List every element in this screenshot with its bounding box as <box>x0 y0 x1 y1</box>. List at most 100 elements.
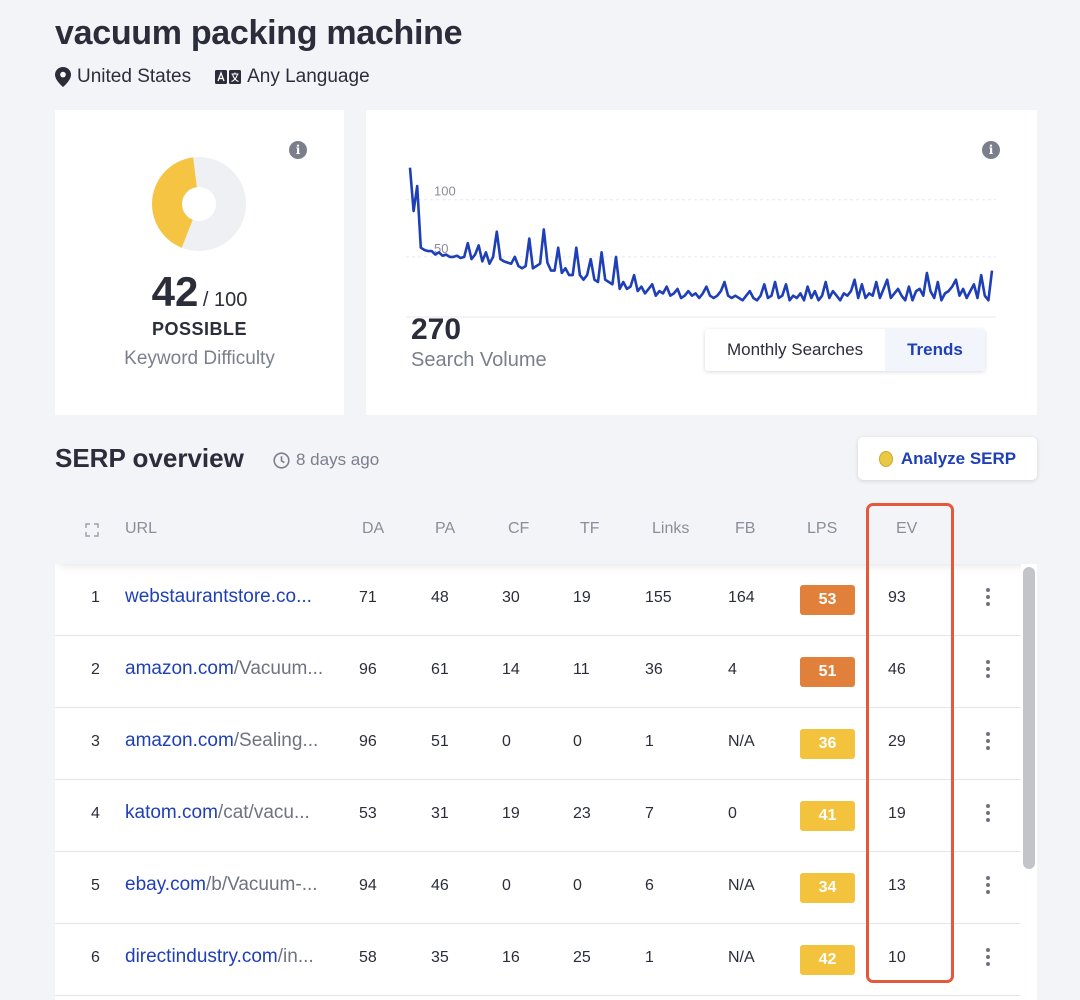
pa-cell: 51 <box>431 733 449 750</box>
column-links[interactable]: Links <box>652 520 689 538</box>
table-row[interactable]: 6 directindustry.com/in... 58 35 16 25 1 N/A 10 4… <box>55 924 1021 996</box>
location-selector[interactable]: United States <box>55 66 191 88</box>
tf-cell: 23 <box>573 805 591 822</box>
result-domain: directindustry.com <box>125 946 278 967</box>
column-lps[interactable]: LPS <box>807 520 837 538</box>
pa-cell: 48 <box>431 589 449 606</box>
fb-cell: 4 <box>728 661 737 678</box>
analyze-serp-button[interactable]: Analyze SERP <box>858 437 1037 480</box>
info-icon[interactable]: i <box>289 141 307 159</box>
difficulty-score: 42 / 100 <box>55 268 344 316</box>
column-ev[interactable]: EV <box>896 520 917 538</box>
column-tf[interactable]: TF <box>580 520 600 538</box>
pa-cell: 35 <box>431 949 449 966</box>
result-url-link[interactable]: katom.com/cat/vacu... <box>125 802 340 824</box>
clock-icon <box>273 451 290 469</box>
serp-updated: 8 days ago <box>273 450 379 470</box>
search-volume-value: 270 <box>411 313 462 346</box>
more-options-icon[interactable] <box>986 660 990 681</box>
lps-badge: 34 <box>800 873 855 903</box>
lps-badge: 41 <box>800 801 855 831</box>
language-label: Any Language <box>247 66 370 87</box>
result-url-link[interactable]: amazon.com/Sealing... <box>125 730 340 752</box>
table-scrollbar[interactable] <box>1021 564 1037 1000</box>
search-volume-chart: 10050 <box>406 167 996 318</box>
result-url-link[interactable]: webstaurantstore.co... <box>125 586 340 608</box>
more-options-icon[interactable] <box>986 588 990 609</box>
translate-icon <box>215 70 242 84</box>
fb-cell: N/A <box>728 949 755 966</box>
column-url[interactable]: URL <box>125 520 157 538</box>
map-pin-icon <box>55 67 71 87</box>
ev-cell: 29 <box>888 733 906 750</box>
more-options-icon[interactable] <box>986 804 990 825</box>
table-row[interactable]: 5 ebay.com/b/Vacuum-... 94 46 0 0 6 N/A 13 34 <box>55 852 1021 924</box>
analyze-serp-label: Analyze SERP <box>900 448 1017 468</box>
rank-cell: 1 <box>91 589 100 606</box>
search-volume-label: Search Volume <box>411 349 547 371</box>
difficulty-value: 42 <box>151 268 199 315</box>
result-domain: amazon.com <box>125 658 234 679</box>
difficulty-donut <box>152 157 246 251</box>
fb-cell: 0 <box>728 805 737 822</box>
volume-view-toggle: Monthly Searches Trends <box>705 329 985 371</box>
cf-cell: 0 <box>502 877 511 894</box>
serp-table: URL DA PA CF TF Links FB LPS EV 1 webstau… <box>55 496 1037 1000</box>
tf-cell: 19 <box>573 589 591 606</box>
more-options-icon[interactable] <box>986 948 990 969</box>
links-cell: 36 <box>645 661 663 678</box>
rank-cell: 4 <box>91 805 100 822</box>
column-da[interactable]: DA <box>362 520 384 538</box>
keyword-meta: United States Any Language <box>55 66 394 88</box>
result-path: /Sealing... <box>233 730 319 751</box>
lps-badge: 51 <box>800 657 855 687</box>
result-domain: amazon.com <box>125 730 234 751</box>
table-row[interactable]: 2 amazon.com/Vacuum... 96 61 14 11 36 4 46 51 <box>55 636 1021 708</box>
monthly-searches-tab[interactable]: Monthly Searches <box>705 329 885 371</box>
cf-cell: 19 <box>502 805 520 822</box>
pa-cell: 31 <box>431 805 449 822</box>
column-cf[interactable]: CF <box>508 520 529 538</box>
column-pa[interactable]: PA <box>435 520 455 538</box>
lps-badge: 36 <box>800 729 855 759</box>
cf-cell: 30 <box>502 589 520 606</box>
expand-icon[interactable] <box>85 523 99 537</box>
cf-cell: 0 <box>502 733 511 750</box>
fb-cell: 164 <box>728 589 755 606</box>
rank-cell: 3 <box>91 733 100 750</box>
more-options-icon[interactable] <box>986 732 990 753</box>
tf-cell: 11 <box>573 661 590 678</box>
language-selector[interactable]: Any Language <box>215 66 370 88</box>
lemon-icon <box>878 450 893 467</box>
rank-cell: 2 <box>91 661 100 678</box>
result-url-link[interactable]: directindustry.com/in... <box>125 946 340 968</box>
links-cell: 1 <box>645 733 654 750</box>
da-cell: 96 <box>359 661 377 678</box>
links-cell: 7 <box>645 805 654 822</box>
pa-cell: 46 <box>431 877 449 894</box>
table-row[interactable]: 1 webstaurantstore.co... 71 48 30 19 155 164 93 5… <box>55 564 1021 636</box>
links-cell: 155 <box>645 589 672 606</box>
trends-tab[interactable]: Trends <box>885 329 985 371</box>
table-row[interactable]: 4 katom.com/cat/vacu... 53 31 19 23 7 0 19 41 <box>55 780 1021 852</box>
da-cell: 53 <box>359 805 377 822</box>
table-row[interactable]: 3 amazon.com/Sealing... 96 51 0 0 1 N/A 29 36 <box>55 708 1021 780</box>
serp-updated-text: 8 days ago <box>296 450 380 469</box>
links-cell: 1 <box>645 949 654 966</box>
page-title: vacuum packing machine <box>55 14 463 52</box>
tf-cell: 25 <box>573 949 591 966</box>
more-options-icon[interactable] <box>986 876 990 897</box>
tf-cell: 0 <box>573 877 582 894</box>
ev-cell: 46 <box>888 661 906 678</box>
scrollbar-thumb[interactable] <box>1023 567 1035 869</box>
da-cell: 71 <box>359 589 377 606</box>
difficulty-max: / 100 <box>202 289 248 311</box>
da-cell: 94 <box>359 877 377 894</box>
result-path: /b/Vacuum-... <box>205 874 318 895</box>
result-url-link[interactable]: amazon.com/Vacuum... <box>125 658 340 680</box>
da-cell: 96 <box>359 733 377 750</box>
result-url-link[interactable]: ebay.com/b/Vacuum-... <box>125 874 340 896</box>
column-fb[interactable]: FB <box>735 520 755 538</box>
links-cell: 6 <box>645 877 654 894</box>
cf-cell: 14 <box>502 661 520 678</box>
